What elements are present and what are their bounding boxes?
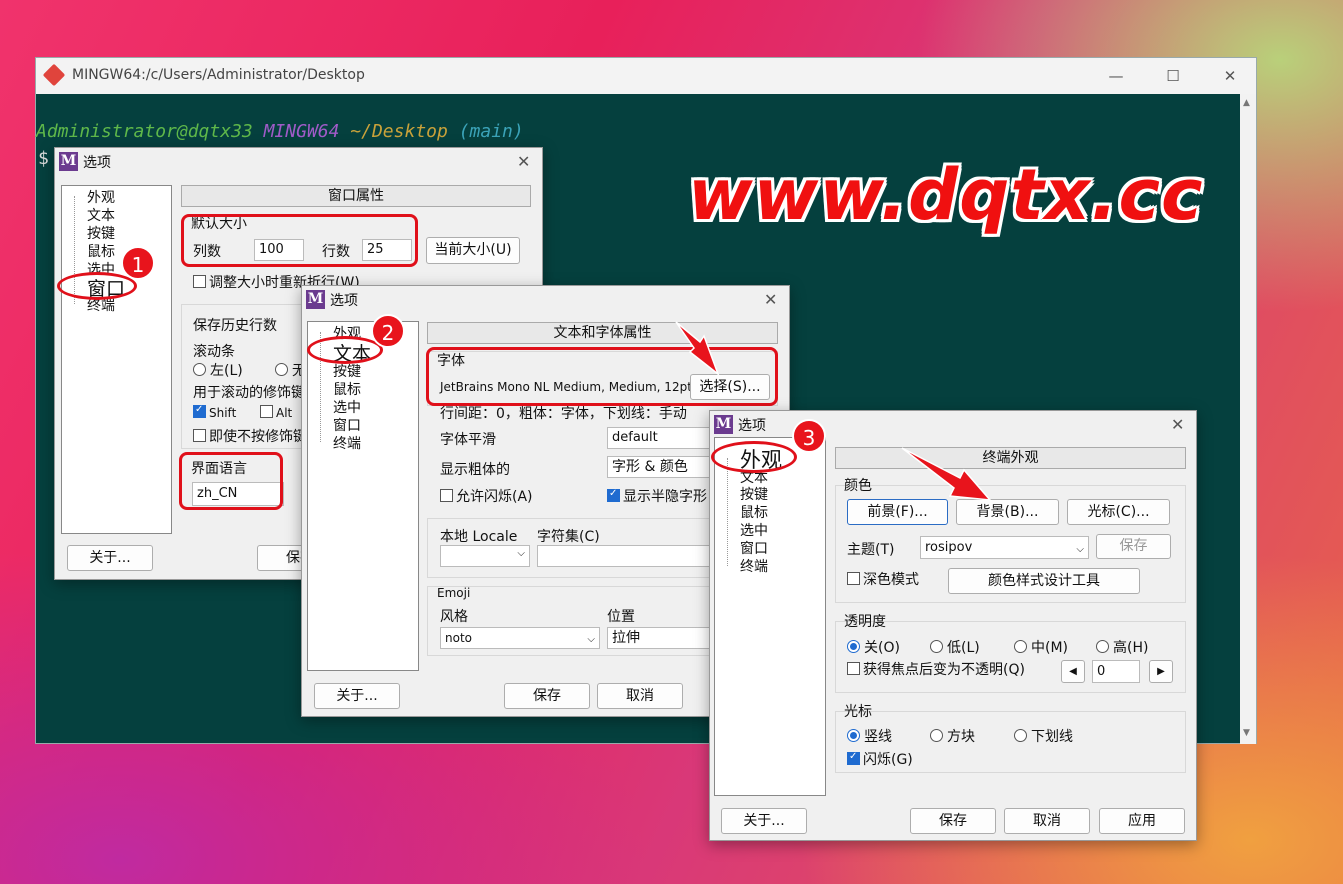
annotation-arrows: [675, 321, 992, 501]
arrow-to-select-font: [675, 321, 720, 377]
arrow-to-background: [901, 447, 992, 501]
